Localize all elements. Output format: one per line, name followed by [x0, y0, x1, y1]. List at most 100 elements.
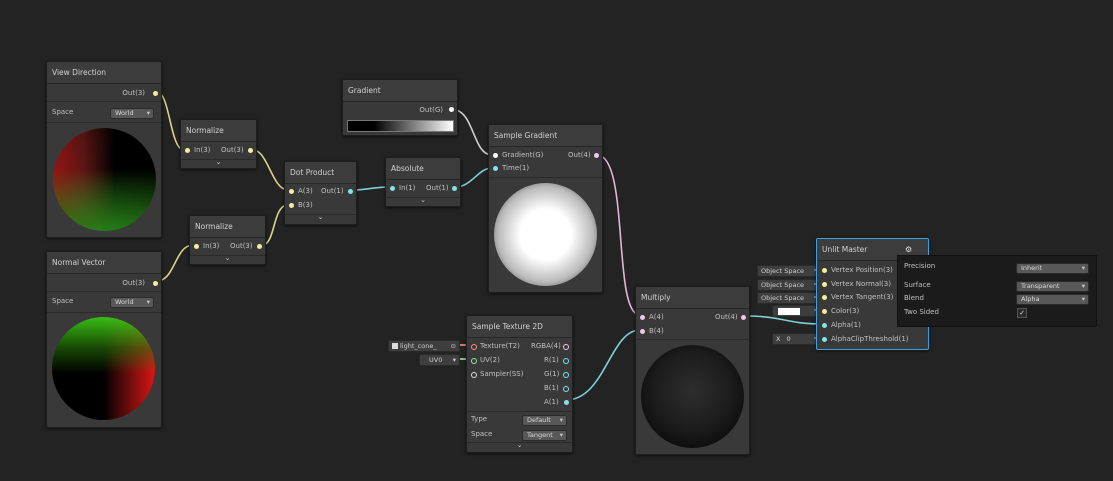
- r-out-port[interactable]: [563, 358, 569, 364]
- vertex-position-label: Vertex Position(3): [831, 266, 893, 274]
- time-in-label: Time(1): [502, 164, 530, 172]
- b-label: B(4): [649, 327, 664, 335]
- type-dropdown[interactable]: Default: [522, 415, 567, 426]
- out-port[interactable]: [248, 148, 253, 153]
- gradient-swatch[interactable]: [347, 120, 454, 132]
- two-sided-checkbox[interactable]: ✓: [1017, 308, 1027, 318]
- gradient-node[interactable]: Gradient Out(G): [342, 79, 458, 136]
- space-label: Space: [52, 297, 74, 305]
- alpha-clip-label: AlphaClipThreshold(1): [831, 335, 909, 343]
- dot-product-node[interactable]: Dot Product A(3) B(3) Out(1) ⌄: [284, 161, 357, 225]
- texture-port[interactable]: [471, 344, 477, 350]
- blend-dropdown[interactable]: Alpha: [1016, 294, 1089, 305]
- precision-dropdown[interactable]: Inherit: [1016, 263, 1089, 274]
- in-port[interactable]: [185, 148, 190, 153]
- rgba-out-port[interactable]: [563, 344, 569, 350]
- object-space-chip[interactable]: Object Space: [757, 279, 821, 291]
- in-label: In(3): [194, 146, 211, 154]
- alpha-label: Alpha(1): [831, 321, 861, 329]
- collapse-chevron-icon[interactable]: ⌄: [517, 441, 523, 449]
- out-port[interactable]: [153, 281, 158, 286]
- uv-port[interactable]: [471, 358, 477, 364]
- node-title: Sample Gradient: [489, 125, 602, 147]
- out-port[interactable]: [594, 153, 599, 158]
- multiply-node[interactable]: Multiply A(4) B(4) Out(4): [635, 286, 750, 455]
- collapse-chevron-icon[interactable]: ⌄: [318, 213, 324, 221]
- in-port[interactable]: [194, 244, 199, 249]
- color-port[interactable]: [822, 309, 827, 314]
- a-out-port[interactable]: [564, 400, 569, 405]
- two-sided-label: Two Sided: [904, 308, 939, 316]
- alpha-clip-port[interactable]: [822, 337, 827, 342]
- precision-label: Precision: [904, 262, 936, 270]
- object-picker-icon[interactable]: ⊙: [451, 341, 456, 351]
- vertex-position-port[interactable]: [822, 268, 827, 273]
- object-space-chip[interactable]: Object Space: [757, 265, 821, 277]
- object-space-chip[interactable]: Object Space: [757, 292, 821, 304]
- space-dropdown[interactable]: World: [110, 108, 154, 119]
- out-port[interactable]: [153, 91, 158, 96]
- out-label: Out(3): [122, 279, 145, 287]
- out-port[interactable]: [257, 244, 262, 249]
- out-label: Out(3): [230, 242, 253, 250]
- out-label: Out(1): [321, 187, 344, 195]
- node-title: Normalize: [190, 216, 265, 238]
- b-port[interactable]: [289, 203, 294, 208]
- texture-name: light_cone_: [400, 342, 437, 350]
- color-swatch[interactable]: [778, 307, 800, 315]
- in-port[interactable]: [390, 186, 395, 191]
- g-out-port[interactable]: [563, 372, 569, 378]
- sampler-port[interactable]: [471, 372, 477, 378]
- b-port[interactable]: [640, 329, 645, 334]
- vertex-normal-label: Vertex Normal(3): [831, 280, 891, 288]
- space-dropdown[interactable]: Tangent: [522, 430, 567, 441]
- out-port[interactable]: [452, 186, 457, 191]
- clip-threshold-chip[interactable]: X 0: [772, 333, 821, 345]
- clip-value[interactable]: 0: [787, 335, 791, 343]
- uv-input-chip[interactable]: UV0 ▾: [419, 354, 460, 366]
- collapse-chevron-icon[interactable]: ⌄: [216, 158, 222, 166]
- surface-dropdown[interactable]: Transparent: [1016, 281, 1089, 292]
- a-label: A(4): [649, 313, 664, 321]
- node-title-text: Unlit Master: [822, 245, 868, 254]
- texture-thumb-icon: [392, 343, 398, 349]
- view-direction-node[interactable]: View Direction Out(3) Space World: [46, 61, 162, 238]
- sample-texture-2d-node[interactable]: Sample Texture 2D Texture(T2) UV(2) Samp…: [466, 315, 573, 453]
- b-out-label: B(1): [544, 384, 559, 392]
- b-label: B(3): [298, 201, 313, 209]
- vertex-normal-port[interactable]: [822, 282, 827, 287]
- collapse-chevron-icon[interactable]: ⌄: [420, 196, 426, 204]
- node-title: Sample Texture 2D: [467, 316, 572, 338]
- space-dropdown[interactable]: World: [110, 297, 154, 308]
- node-title: View Direction: [47, 62, 161, 84]
- normalize-node[interactable]: Normalize In(3) Out(3) ⌄: [180, 119, 257, 169]
- out-port[interactable]: [449, 107, 454, 112]
- out-label: Out(4): [715, 313, 738, 321]
- vertex-tangent-port[interactable]: [822, 295, 827, 300]
- a-port[interactable]: [289, 189, 294, 194]
- gradient-in-label: Gradient(G): [502, 151, 544, 159]
- out-label: Out(4): [568, 151, 591, 159]
- out-port[interactable]: [348, 189, 353, 194]
- type-label: Type: [471, 415, 488, 423]
- texture-input-chip[interactable]: light_cone_ ⊙: [388, 340, 460, 352]
- time-port[interactable]: [493, 166, 498, 171]
- sample-gradient-node[interactable]: Sample Gradient Gradient(G) Time(1) Out(…: [488, 124, 603, 293]
- b-out-port[interactable]: [563, 386, 569, 392]
- master-settings-popup[interactable]: Precision Inherit Surface Transparent Bl…: [897, 255, 1097, 327]
- node-title: Normal Vector: [47, 252, 161, 274]
- space-label: Space: [471, 430, 493, 438]
- color-label: Color(3): [831, 307, 860, 315]
- sampler-in-label: Sampler(SS): [480, 370, 524, 378]
- absolute-node[interactable]: Absolute In(1) Out(1) ⌄: [385, 157, 461, 207]
- collapse-chevron-icon[interactable]: ⌄: [225, 254, 231, 262]
- gradient-port[interactable]: [493, 153, 498, 158]
- color-chip[interactable]: [772, 305, 821, 317]
- a-port[interactable]: [640, 315, 645, 320]
- normal-vector-node[interactable]: Normal Vector Out(3) Space World: [46, 251, 162, 428]
- surface-label: Surface: [904, 281, 931, 289]
- rgba-out-label: RGBA(4): [531, 342, 561, 350]
- out-port[interactable]: [741, 315, 746, 320]
- normalize-node[interactable]: Normalize In(3) Out(3) ⌄: [189, 215, 266, 265]
- alpha-port[interactable]: [822, 323, 827, 328]
